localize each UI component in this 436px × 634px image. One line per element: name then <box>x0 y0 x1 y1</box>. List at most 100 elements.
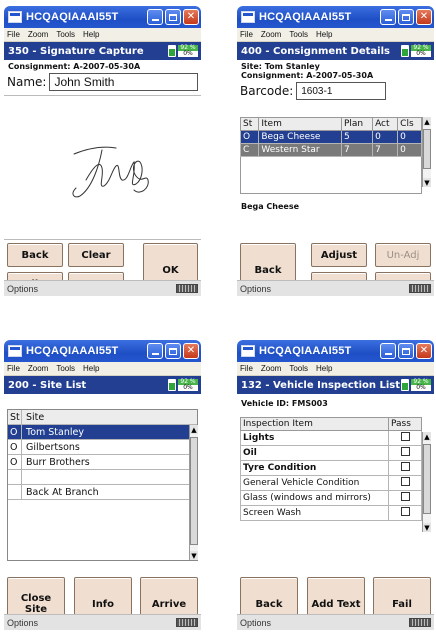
menu-tools[interactable]: Tools <box>289 30 308 39</box>
table-row[interactable]: Oil <box>240 445 422 461</box>
options-menu[interactable]: Options <box>240 618 271 628</box>
menu-file[interactable]: File <box>240 30 253 39</box>
menu-help[interactable]: Help <box>316 30 332 39</box>
table-row[interactable]: O Bega Cheese 5 0 0 <box>239 130 422 144</box>
col-site[interactable]: Site <box>22 412 197 423</box>
menu-help[interactable]: Help <box>83 30 99 39</box>
keyboard-icon[interactable] <box>176 618 198 627</box>
close-button[interactable]: ✕ <box>416 9 432 25</box>
list-item[interactable]: Back At Branch <box>8 485 197 500</box>
menu-file[interactable]: File <box>7 30 20 39</box>
scroll-up-icon[interactable]: ▲ <box>423 117 431 126</box>
scroll-up-icon[interactable]: ▲ <box>423 432 431 441</box>
pass-checkbox[interactable] <box>400 432 410 441</box>
barcode-label: Barcode: <box>240 84 294 98</box>
adjust-button[interactable]: Adjust <box>311 243 367 267</box>
maximize-button[interactable] <box>165 9 181 25</box>
pass-checkbox[interactable] <box>400 492 410 501</box>
close-button[interactable]: ✕ <box>183 343 199 359</box>
battery-icon <box>401 45 409 57</box>
pass-checkbox[interactable] <box>400 507 410 516</box>
barcode-row: Barcode: 1603-1 <box>237 80 434 102</box>
menu-help[interactable]: Help <box>316 364 332 373</box>
site-list-window: HCQAQIAAAI55T ✕ File Zoom Tools Help 200… <box>4 340 201 630</box>
col-act[interactable]: Act <box>372 117 399 131</box>
minimize-button[interactable] <box>147 343 163 359</box>
col-st[interactable]: St <box>239 117 260 131</box>
window-title: HCQAQIAAAI55T <box>259 11 352 23</box>
options-bar: Options <box>4 280 201 296</box>
table-row[interactable]: Tyre Condition <box>240 460 422 476</box>
screen-content: St Site O Tom Stanley O Gilbertsons O Bu… <box>4 393 201 630</box>
pass-checkbox[interactable] <box>400 477 410 486</box>
scroll-thumb[interactable] <box>423 444 431 514</box>
menu-tools[interactable]: Tools <box>56 30 75 39</box>
selected-item-label: Bega Cheese <box>241 202 300 211</box>
keyboard-icon[interactable] <box>176 284 198 293</box>
unadjust-button[interactable]: Un-Adj <box>375 243 431 267</box>
maximize-button[interactable] <box>398 343 414 359</box>
scroll-down-icon[interactable]: ▼ <box>423 178 431 187</box>
col-plan[interactable]: Plan <box>340 117 374 131</box>
list-scrollbar[interactable]: ▲ ▼ <box>189 425 198 560</box>
screen-title: 400 - Consignment Details <box>241 45 390 57</box>
minimize-button[interactable] <box>380 9 396 25</box>
signature-pad[interactable] <box>4 95 201 240</box>
pass-checkbox[interactable] <box>400 447 410 456</box>
consignment-label: Consignment: A-2007-05-30A <box>8 62 141 71</box>
window-title: HCQAQIAAAI55T <box>26 11 119 23</box>
options-menu[interactable]: Options <box>7 284 38 294</box>
col-st[interactable]: St <box>8 410 22 424</box>
name-input[interactable]: John Smith <box>49 73 198 91</box>
minimize-button[interactable] <box>147 9 163 25</box>
window-icon <box>8 345 22 357</box>
scroll-down-icon[interactable]: ▼ <box>190 551 198 560</box>
clear-button[interactable]: Clear <box>68 243 124 267</box>
menu-tools[interactable]: Tools <box>56 364 75 373</box>
list-item[interactable] <box>8 470 197 485</box>
minimize-button[interactable] <box>380 343 396 359</box>
col-item[interactable]: Item <box>258 117 342 131</box>
screen-title: 132 - Vehicle Inspection List <box>241 379 400 391</box>
screen-header: 400 - Consignment Details 92 % 0% <box>237 42 434 60</box>
options-menu[interactable]: Options <box>7 618 38 628</box>
menu-zoom[interactable]: Zoom <box>261 30 281 39</box>
menu-help[interactable]: Help <box>83 364 99 373</box>
menu-zoom[interactable]: Zoom <box>28 30 48 39</box>
keyboard-icon[interactable] <box>409 618 431 627</box>
scroll-down-icon[interactable]: ▼ <box>423 523 431 532</box>
back-button[interactable]: Back <box>7 243 63 267</box>
list-item[interactable]: O Tom Stanley <box>8 425 197 440</box>
keyboard-icon[interactable] <box>409 284 431 293</box>
status-indicator: 92 % 0% <box>178 45 198 57</box>
menu-file[interactable]: File <box>240 364 253 373</box>
menu-zoom[interactable]: Zoom <box>261 364 281 373</box>
table-row[interactable]: Glass (windows and mirrors) <box>240 490 422 506</box>
scroll-thumb[interactable] <box>423 129 431 169</box>
table-row[interactable]: General Vehicle Condition <box>240 475 422 491</box>
maximize-button[interactable] <box>165 343 181 359</box>
table-row[interactable]: C Western Star 7 7 0 <box>239 143 422 157</box>
barcode-input[interactable]: 1603-1 <box>296 82 387 100</box>
table-scrollbar[interactable]: ▲ ▼ <box>422 117 431 187</box>
signature-capture-window: HCQAQIAAAI55T ✕ File Zoom Tools Help 350… <box>4 6 201 296</box>
scroll-up-icon[interactable]: ▲ <box>190 425 198 434</box>
pass-checkbox[interactable] <box>400 462 410 471</box>
options-menu[interactable]: Options <box>240 284 271 294</box>
scroll-thumb[interactable] <box>190 437 198 545</box>
menu-tools[interactable]: Tools <box>289 364 308 373</box>
window-icon <box>8 11 22 23</box>
maximize-button[interactable] <box>398 9 414 25</box>
close-button[interactable]: ✕ <box>416 343 432 359</box>
menu-zoom[interactable]: Zoom <box>28 364 48 373</box>
col-pass[interactable]: Pass <box>388 417 422 431</box>
list-item[interactable]: O Burr Brothers <box>8 455 197 470</box>
col-inspection-item[interactable]: Inspection Item <box>240 417 389 431</box>
table-row[interactable]: Lights <box>240 430 422 446</box>
col-cls[interactable]: Cls <box>397 117 422 131</box>
close-button[interactable]: ✕ <box>183 9 199 25</box>
menu-file[interactable]: File <box>7 364 20 373</box>
table-row[interactable]: Screen Wash <box>240 505 422 521</box>
list-item[interactable]: O Gilbertsons <box>8 440 197 455</box>
table-scrollbar[interactable]: ▲ ▼ <box>422 432 431 532</box>
